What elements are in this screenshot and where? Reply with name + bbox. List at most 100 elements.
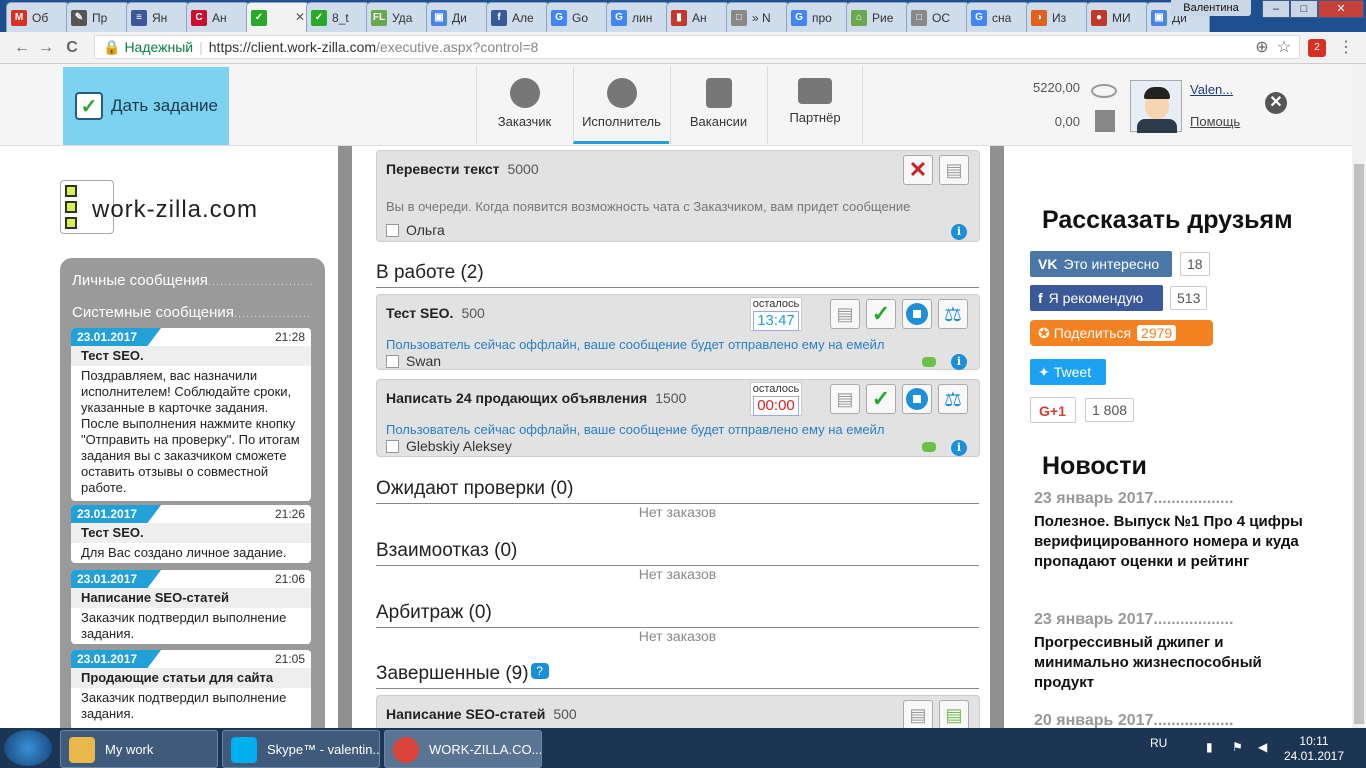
info-icon[interactable]: i	[951, 224, 967, 240]
gplus-count: 1 808	[1085, 398, 1135, 422]
task-document-button[interactable]: ▤	[830, 384, 860, 414]
avatar[interactable]	[1130, 80, 1182, 133]
volume-icon[interactable]: ◀	[1258, 740, 1272, 754]
message-card[interactable]: 23.01.2017 21:06 Написание SEO-статей Зак…	[71, 570, 311, 644]
back-button[interactable]: ←	[12, 38, 32, 58]
taskbar-my-work[interactable]: My work	[60, 730, 218, 768]
news-item-link[interactable]: Полезное. Выпуск №1 Про 4 цифры верифици…	[1034, 512, 1309, 572]
message-card[interactable]: 23.01.2017 21:05 Продающие статьи для сай…	[71, 650, 311, 728]
gplus-share-button[interactable]: G+1	[1030, 397, 1076, 423]
stop-task-button[interactable]	[902, 299, 932, 329]
system-clock[interactable]: 10:11 24.01.2017	[1282, 734, 1346, 764]
facebook-share-button[interactable]: f Я рекомендую	[1030, 285, 1163, 311]
url-input[interactable]: 🔒 Надежный | https://client.work-zilla.com/…	[94, 35, 1300, 59]
taskbar-skype[interactable]: Skype™ - valentin...	[222, 730, 380, 768]
browser-tab[interactable]: ⌂ Рие	[846, 2, 910, 32]
task-card-in-work[interactable]: Тест SEO. 500 осталось 13:47 ▤ ✓ ⚖ Пользов…	[376, 294, 980, 370]
task-checkbox[interactable]	[386, 354, 399, 368]
info-icon[interactable]: i	[951, 440, 967, 456]
help-link[interactable]: Помощь	[1190, 114, 1240, 129]
window-profile-name[interactable]: Валентина	[1171, 0, 1251, 16]
nav-partner-label: Партнёр	[789, 110, 841, 125]
task-card-queued[interactable]: Перевести текст 5000 ✕ ▤ Вы в очереди. Ко…	[376, 150, 980, 242]
facebook-icon: f	[1038, 290, 1043, 306]
browser-tab[interactable]: G Go	[546, 2, 610, 32]
stop-task-button[interactable]	[902, 384, 932, 414]
nav-vacancies[interactable]: Вакансии	[670, 66, 766, 144]
network-icon[interactable]: ▮	[1206, 740, 1220, 754]
review-comment-button[interactable]: ▤	[939, 700, 969, 730]
give-task-button[interactable]: ✓ Дать задание	[63, 67, 229, 145]
vk-share-button[interactable]: VK Это интересно	[1030, 251, 1172, 277]
window-close-button[interactable]: ✕	[1318, 0, 1364, 18]
browser-tab[interactable]: ▮ Ан	[666, 2, 730, 32]
nav-executor[interactable]: Исполнитель	[573, 66, 669, 144]
username-link[interactable]: Valen...	[1190, 82, 1233, 97]
browser-tab[interactable]: ✓ 8_t	[306, 2, 370, 32]
nav-customer[interactable]: Заказчик	[476, 66, 572, 144]
arbitrage-button[interactable]: ⚖	[938, 299, 968, 329]
scrollbar-thumb[interactable]	[1354, 164, 1364, 724]
nav-partner[interactable]: Партнёр	[767, 66, 863, 144]
clock-date: 24.01.2017	[1283, 749, 1345, 763]
tab-label: Уда	[392, 10, 413, 25]
task-document-button[interactable]: ▤	[903, 700, 933, 730]
submit-task-button[interactable]: ✓	[866, 299, 896, 329]
browser-tab[interactable]: Gпро	[786, 2, 850, 32]
personal-messages-link[interactable]: Личные сообщения........................…	[72, 272, 312, 289]
browser-tab[interactable]: □ ОС	[906, 2, 970, 32]
chat-icon[interactable]	[922, 442, 936, 452]
system-messages-link[interactable]: Системные сообщения.....................…	[72, 304, 312, 321]
browser-tab[interactable]: C Ан	[186, 2, 250, 32]
task-checkbox[interactable]	[386, 439, 399, 453]
start-button[interactable]	[4, 730, 52, 766]
tab-favicon-icon: ▣	[431, 9, 447, 26]
browser-tab[interactable]: ◑ Из	[1026, 2, 1090, 32]
cancel-task-button[interactable]: ✕	[903, 155, 933, 185]
task-document-button[interactable]: ▤	[830, 299, 860, 329]
task-checkbox[interactable]	[386, 223, 399, 237]
browser-tab[interactable]: M Об	[6, 2, 70, 32]
zoom-icon[interactable]: ⊕	[1252, 38, 1272, 58]
browser-tab[interactable]: □ » N	[726, 2, 790, 32]
extension-icon[interactable]: 2	[1308, 39, 1326, 57]
close-icon[interactable]: ✕	[1265, 92, 1287, 114]
forward-button[interactable]: →	[36, 38, 56, 58]
twitter-tweet-button[interactable]: ✦ Tweet	[1030, 359, 1106, 385]
browser-tab[interactable]: f Але	[486, 2, 550, 32]
news-item-link[interactable]: Прогрессивный джипег и минимально жизнес…	[1034, 633, 1309, 693]
browser-tab[interactable]: ● МИ	[1086, 2, 1150, 32]
vk-label: Это интересно	[1063, 256, 1160, 272]
empty-state: Нет заказов	[638, 504, 717, 520]
task-card-in-work[interactable]: Написать 24 продающих объявления 1500 ост…	[376, 379, 980, 457]
language-indicator[interactable]: RU	[1150, 736, 1167, 750]
arbitrage-button[interactable]: ⚖	[938, 384, 968, 414]
chat-icon[interactable]	[922, 357, 936, 367]
browser-menu-icon[interactable]: ⋮	[1336, 38, 1356, 58]
taskbar-chrome[interactable]: WORK-ZILLA.CO...	[384, 730, 542, 768]
maximize-button[interactable]: □	[1290, 0, 1318, 18]
help-bubble-icon[interactable]: ?	[530, 663, 549, 679]
section-arbitrage: Арбитраж (0)	[376, 602, 979, 628]
tab-favicon-icon: ▣	[1151, 9, 1167, 26]
browser-tab[interactable]: ≡ Ян	[126, 2, 190, 32]
minimize-button[interactable]: –	[1262, 0, 1290, 18]
tweet-label: Tweet	[1053, 364, 1092, 380]
message-card[interactable]: 23.01.2017 21:28 Тест SEO. Поздравляем, в…	[71, 328, 311, 501]
browser-tab[interactable]: Gлин	[606, 2, 670, 32]
submit-task-button[interactable]: ✓	[866, 384, 896, 414]
bookmark-star-icon[interactable]: ☆	[1274, 38, 1294, 58]
info-icon[interactable]: i	[951, 354, 967, 370]
work-zilla-logo[interactable]: work-zilla.com	[60, 180, 300, 236]
reload-button[interactable]: C	[62, 38, 82, 58]
tab-close-icon[interactable]: ✕	[295, 10, 305, 24]
browser-tab[interactable]: ✓ ✕	[246, 2, 310, 32]
message-card[interactable]: 23.01.2017 21:26 Тест SEO. Для Вас создан…	[71, 505, 311, 563]
ok-share-button[interactable]: ✪ Поделиться 2979	[1030, 320, 1213, 346]
task-document-button[interactable]: ▤	[939, 155, 969, 185]
browser-tab[interactable]: ▣ Ди	[426, 2, 490, 32]
browser-tab[interactable]: FL Уда	[366, 2, 430, 32]
browser-tab[interactable]: Gсна	[966, 2, 1030, 32]
browser-tab[interactable]: ✎ Пр	[66, 2, 130, 32]
flag-icon[interactable]: ⚑	[1232, 740, 1246, 754]
